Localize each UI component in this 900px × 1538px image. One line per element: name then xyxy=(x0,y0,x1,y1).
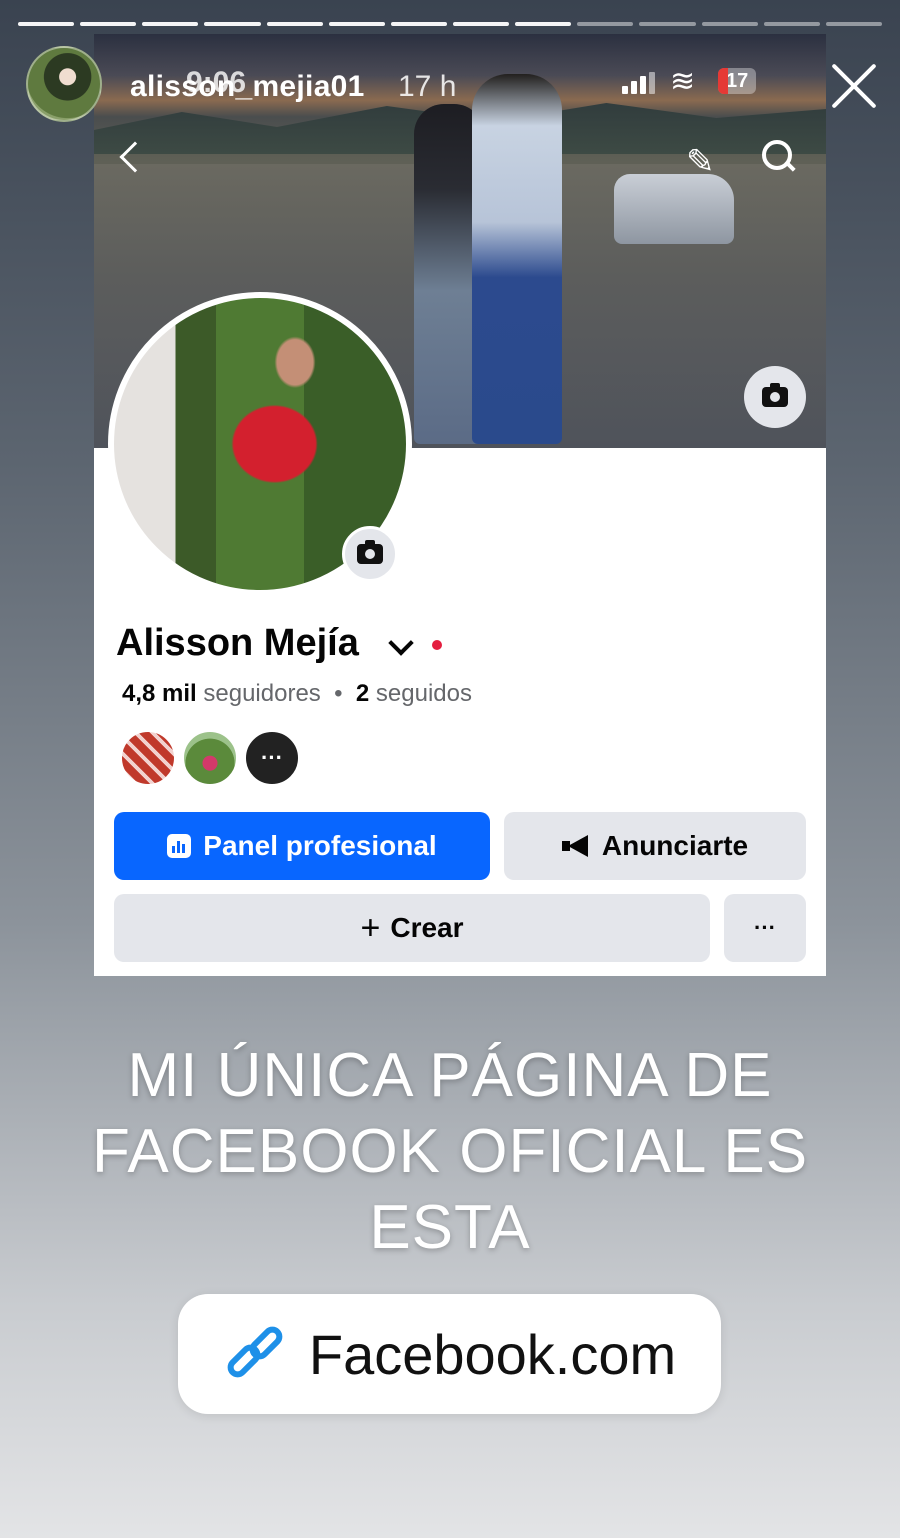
close-icon[interactable] xyxy=(828,60,880,112)
more-friends-button[interactable]: ··· xyxy=(244,730,300,786)
progress-segment xyxy=(701,22,758,26)
progress-segment xyxy=(142,22,199,26)
progress-segment xyxy=(763,22,820,26)
create-button[interactable]: + Crear xyxy=(114,894,710,962)
search-icon[interactable] xyxy=(762,140,796,174)
megaphone-icon xyxy=(561,835,590,857)
cover-camera-button[interactable] xyxy=(744,366,806,428)
profile-name: Alisson Mejía xyxy=(116,622,359,664)
advertise-label: Anunciarte xyxy=(601,830,749,861)
dashboard-icon xyxy=(167,834,192,858)
professional-dashboard-label: Panel profesional xyxy=(203,830,437,861)
plus-icon: + xyxy=(360,908,381,947)
progress-segment xyxy=(515,22,572,26)
progress-segment xyxy=(452,22,510,26)
progress-segment xyxy=(825,22,882,26)
progress-segment xyxy=(328,22,385,26)
professional-dashboard-button[interactable]: Panel profesional xyxy=(114,812,490,880)
camera-icon xyxy=(762,383,788,407)
story-caption: MI ÚNICA PÁGINA DE FACEBOOK OFICIAL ES E… xyxy=(91,1041,809,1262)
friend-avatar[interactable] xyxy=(182,730,238,786)
friend-avatars: ··· xyxy=(120,730,300,786)
followers-count[interactable]: 4,8 mil xyxy=(122,680,197,707)
more-options-button[interactable]: ··· xyxy=(724,894,806,962)
notification-dot xyxy=(432,640,442,650)
progress-segment xyxy=(639,22,696,26)
story-avatar[interactable] xyxy=(26,46,102,122)
link-sticker-label: Facebook.com xyxy=(308,1322,677,1386)
followers-label: seguidores xyxy=(203,680,321,707)
create-label: Crear xyxy=(390,912,464,943)
progress-segment xyxy=(18,22,75,26)
follow-stats: 4,8 mil seguidores • 2 seguidos xyxy=(122,680,472,707)
progress-segment xyxy=(204,22,261,26)
edit-pencil-icon[interactable]: ✎ xyxy=(686,142,715,182)
story-username[interactable]: alisson_mejia01 xyxy=(130,70,365,104)
story-header: alisson_mejia01 17 h xyxy=(26,46,880,126)
facebook-profile-screenshot: 9:06 ≋ 17 ✎ Alisson Mejía 4,8 mil seguid… xyxy=(94,34,826,976)
progress-segment xyxy=(390,22,447,26)
following-label: seguidos xyxy=(375,680,472,707)
link-sticker[interactable]: Facebook.com xyxy=(178,1294,721,1414)
story-timestamp: 17 h xyxy=(398,70,457,103)
story-progress-bar xyxy=(18,22,882,27)
link-icon xyxy=(223,1321,289,1387)
friend-avatar[interactable] xyxy=(120,730,176,786)
following-count[interactable]: 2 xyxy=(356,680,369,707)
camera-icon xyxy=(357,540,383,564)
avatar-camera-button[interactable] xyxy=(342,526,398,582)
progress-segment xyxy=(266,22,323,26)
progress-segment xyxy=(80,22,137,26)
progress-segment xyxy=(577,22,634,26)
advertise-button[interactable]: Anunciarte xyxy=(504,812,806,880)
